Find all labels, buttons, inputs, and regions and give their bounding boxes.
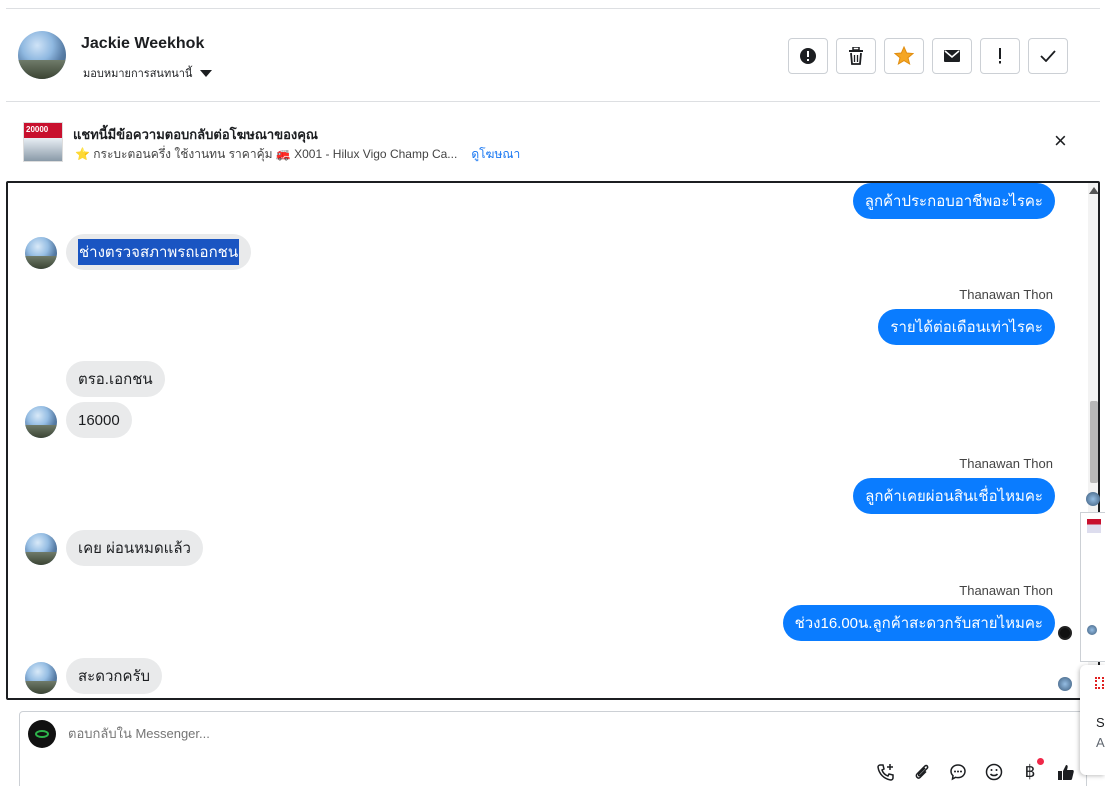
sender-name: Thanawan Thon <box>959 287 1053 302</box>
view-ad-link[interactable]: ดูโฆษณา <box>471 145 520 164</box>
phone-plus-icon <box>877 764 894 781</box>
contact-avatar-small[interactable] <box>25 662 57 694</box>
paperclip-icon <box>915 764 929 779</box>
message-bubble-incoming[interactable]: เคย ผ่อนหมดแล้ว <box>66 530 203 566</box>
message-bubble-incoming[interactable]: ช่างตรวจสภาพรถเอกชน <box>66 234 252 270</box>
ad-reply-banner: 20000 แชทนี้มีข้อความตอบกลับต่อโฆษณาของค… <box>6 112 1100 174</box>
message-bubble-outgoing[interactable]: ลูกค้าเคยผ่อนสินเชื่อไหมคะ <box>853 478 1055 514</box>
peek-avatar-small <box>1087 625 1097 635</box>
notification-dot <box>1037 758 1044 765</box>
page-seen-indicator <box>1058 626 1072 640</box>
payment-button[interactable]: ฿ <box>1018 758 1044 784</box>
scrollbar-thumb[interactable] <box>1090 401 1098 483</box>
contact-avatar-small[interactable] <box>25 406 57 438</box>
report-button[interactable] <box>788 38 828 74</box>
peek-avatar <box>1086 492 1100 506</box>
ad-banner-title: แชทนี้มีข้อความตอบกลับต่อโฆษณาของคุณ <box>73 127 318 142</box>
alert-circle-icon <box>800 48 816 64</box>
selected-text: ช่างตรวจสภาพรถเอกชน <box>78 239 240 265</box>
peek-text-1: Sc <box>1096 715 1105 730</box>
envelope-icon <box>944 50 960 62</box>
mark-unread-button[interactable] <box>932 38 972 74</box>
side-peek-panel: Sc A <box>1078 482 1105 786</box>
message-bubble-outgoing[interactable]: ลูกค้าประกอบอาชีพอะไรคะ <box>852 183 1055 219</box>
baht-icon: ฿ <box>1024 762 1036 781</box>
message-bubble-incoming[interactable]: ตรอ.เอกชน <box>66 361 165 397</box>
message-bubble-incoming[interactable]: สะดวกครับ <box>66 658 163 694</box>
follow-up-button[interactable] <box>980 38 1020 74</box>
peek-box <box>1080 512 1105 662</box>
mark-done-button[interactable] <box>1028 38 1068 74</box>
peek-text-2: A <box>1096 735 1105 750</box>
reply-composer: ฿ <box>19 711 1087 786</box>
assign-conversation-dropdown[interactable]: มอบหมายการสนทนานี้ <box>83 64 213 82</box>
exclamation-icon <box>999 48 1001 64</box>
contact-avatar-small[interactable] <box>25 533 57 565</box>
call-request-button[interactable] <box>874 760 898 784</box>
sender-name: Thanawan Thon <box>959 456 1053 471</box>
chat-bubble-icon <box>950 764 966 781</box>
header-actions <box>788 38 1068 74</box>
saved-replies-button[interactable] <box>946 760 970 784</box>
peek-ad-thumbnail <box>1087 519 1101 533</box>
contact-avatar[interactable] <box>18 31 66 79</box>
peek-card[interactable]: Sc A <box>1080 665 1105 775</box>
ad-banner-subtitle: ⭐ กระบะตอนครึ่ง ใช้งานทน ราคาคุ้ม 🚒 X001… <box>75 145 520 164</box>
contact-seen-indicator <box>1058 677 1072 691</box>
message-bubble-incoming[interactable]: 16000 <box>66 402 132 438</box>
message-bubble-outgoing[interactable]: รายได้ต่อเดือนเท่าไรคะ <box>878 309 1055 345</box>
smiley-icon <box>985 763 1003 781</box>
attach-button[interactable] <box>910 760 934 784</box>
ad-thumbnail[interactable]: 20000 <box>23 122 63 162</box>
caret-down-icon <box>200 69 213 77</box>
reply-input[interactable] <box>68 726 868 741</box>
thumbs-up-icon <box>1058 765 1074 780</box>
emoji-button[interactable] <box>982 760 1006 784</box>
contact-name[interactable]: Jackie Weekhok <box>81 35 204 53</box>
page-avatar <box>28 720 56 748</box>
close-icon[interactable]: × <box>1054 130 1067 152</box>
ad-name: ⭐ กระบะตอนครึ่ง ใช้งานทน ราคาคุ้ม 🚒 X001… <box>75 147 458 161</box>
composer-tools: ฿ <box>874 758 1078 784</box>
contact-avatar-small[interactable] <box>25 237 57 269</box>
star-button[interactable] <box>884 38 924 74</box>
message-bubble-outgoing[interactable]: ช่วง16.00น.ลูกค้าสะดวกรับสายไหมคะ <box>782 605 1055 641</box>
assign-label: มอบหมายการสนทนานี้ <box>83 68 193 80</box>
sender-name: Thanawan Thon <box>959 583 1053 598</box>
message-thread[interactable]: ลูกค้าประกอบอาชีพอะไรคะ ช่างตรวจสภาพรถเอ… <box>6 181 1100 700</box>
scroll-up-arrow-icon[interactable] <box>1089 187 1098 194</box>
star-icon <box>894 46 914 66</box>
delete-button[interactable] <box>836 38 876 74</box>
checkmark-icon <box>1040 50 1056 62</box>
conversation-header: Jackie Weekhok มอบหมายการสนทนานี้ <box>6 8 1100 102</box>
peek-icon <box>1095 677 1104 689</box>
trash-icon <box>849 47 863 65</box>
like-button[interactable] <box>1054 760 1078 784</box>
